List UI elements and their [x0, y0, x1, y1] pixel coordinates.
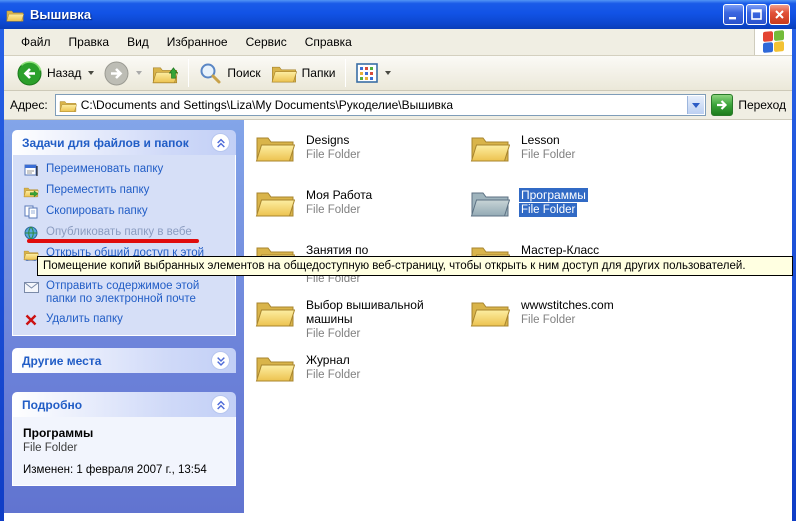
go-button[interactable]	[711, 94, 733, 116]
task-publish-folder-web[interactable]: Опубликовать папку в вебе	[23, 226, 229, 240]
details-title: Подробно	[22, 398, 82, 412]
explorer-content: Задачи для файлов и папок Переименовать …	[4, 120, 792, 513]
folder-tile-wwwstitches[interactable]: wwwstitches.comFile Folder	[470, 295, 685, 350]
folder-up-icon	[152, 61, 178, 85]
folders-icon	[271, 62, 297, 84]
views-button[interactable]	[351, 58, 396, 89]
rename-icon	[23, 163, 39, 177]
back-button[interactable]: Назад	[12, 58, 99, 89]
maximize-button[interactable]	[746, 4, 767, 25]
back-icon	[17, 61, 42, 86]
window-bottom	[4, 513, 792, 521]
address-folder-icon	[59, 98, 77, 113]
window-folder-icon	[6, 7, 24, 23]
task-pane: Задачи для файлов и папок Переименовать …	[4, 120, 244, 513]
file-tasks-panel: Задачи для файлов и папок Переименовать …	[12, 130, 236, 336]
folder-icon	[255, 350, 295, 384]
window-border-left	[0, 0, 4, 521]
menu-view[interactable]: Вид	[118, 31, 158, 53]
views-icon	[356, 63, 378, 83]
expand-chevron-icon[interactable]	[211, 351, 230, 370]
task-copy-folder[interactable]: Скопировать папку	[23, 205, 229, 219]
publish-web-icon	[23, 226, 39, 240]
search-icon	[199, 62, 222, 85]
forward-button[interactable]	[99, 58, 147, 89]
menu-edit[interactable]: Правка	[60, 31, 119, 53]
task-rename-folder[interactable]: Переименовать папку	[23, 163, 229, 177]
menu-tools[interactable]: Сервис	[237, 31, 296, 53]
toolbar: Назад Поиск	[4, 56, 792, 91]
delete-icon	[23, 313, 39, 327]
folder-icon	[255, 295, 295, 329]
folders-button[interactable]: Папки	[266, 58, 341, 89]
address-dropdown-button[interactable]	[687, 96, 704, 114]
folder-icon	[255, 185, 295, 219]
file-tasks-title: Задачи для файлов и папок	[22, 136, 189, 150]
folder-view: DesignsFile Folder LessonFile Folder Моя…	[244, 120, 792, 513]
title-bar: Вышивка	[0, 0, 796, 29]
copy-icon	[23, 205, 39, 219]
other-places-header[interactable]: Другие места	[12, 348, 236, 373]
back-dropdown-icon[interactable]	[88, 71, 94, 75]
folder-icon	[470, 130, 510, 164]
up-button[interactable]	[147, 58, 183, 89]
menu-favorites[interactable]: Избранное	[158, 31, 237, 53]
folder-tile-lesson[interactable]: LessonFile Folder	[470, 130, 685, 185]
window-title: Вышивка	[30, 7, 91, 22]
folder-tile-programmy-selected[interactable]: ПрограммыFile Folder	[470, 185, 685, 240]
folder-tile-designs[interactable]: DesignsFile Folder	[255, 130, 470, 185]
folder-icon	[255, 130, 295, 164]
address-input[interactable]: C:\Documents and Settings\Liza\My Docume…	[55, 94, 707, 116]
close-button[interactable]	[769, 4, 790, 25]
folder-tile-moya-rabota[interactable]: Моя РаботаFile Folder	[255, 185, 470, 240]
other-places-title: Другие места	[22, 354, 101, 368]
folder-tile-zhurnal[interactable]: ЖурналFile Folder	[255, 350, 470, 405]
annotation-red-underline	[27, 239, 199, 243]
address-label: Адрес:	[10, 98, 50, 112]
search-button[interactable]: Поиск	[194, 58, 265, 89]
menu-help[interactable]: Справка	[296, 31, 361, 53]
task-move-folder[interactable]: Переместить папку	[23, 184, 229, 198]
minimize-button[interactable]	[723, 4, 744, 25]
collapse-chevron-icon[interactable]	[211, 133, 230, 152]
other-places-panel: Другие места	[12, 348, 236, 373]
folder-icon	[470, 295, 510, 329]
file-tasks-body: Переименовать папку Переместить папку Ск…	[12, 155, 236, 336]
tooltip: Помещение копий выбранных элементов на о…	[37, 256, 793, 276]
details-panel: Подробно Программы File Folder Изменен: …	[12, 392, 236, 486]
details-header[interactable]: Подробно	[12, 392, 236, 417]
menu-file[interactable]: Файл	[12, 31, 60, 53]
file-tasks-header[interactable]: Задачи для файлов и папок	[12, 130, 236, 155]
go-label: Переход	[738, 98, 786, 112]
email-icon	[23, 280, 39, 294]
task-delete-folder[interactable]: Удалить папку	[23, 313, 229, 327]
collapse-chevron-icon[interactable]	[211, 395, 230, 414]
details-item-type: File Folder	[23, 442, 225, 454]
move-icon	[23, 184, 39, 198]
toolbar-separator	[345, 59, 346, 87]
address-path: C:\Documents and Settings\Liza\My Docume…	[81, 98, 453, 112]
address-bar: Адрес: C:\Documents and Settings\Liza\My…	[4, 91, 792, 120]
menu-bar: Файл Правка Вид Избранное Сервис Справка	[4, 29, 792, 56]
forward-dropdown-icon[interactable]	[136, 71, 142, 75]
folder-tile-vybor-mashiny[interactable]: Выбор вышивальной машиныFile Folder	[255, 295, 470, 350]
views-dropdown-icon[interactable]	[385, 71, 391, 75]
details-item-modified: Изменен: 1 февраля 2007 г., 13:54	[23, 464, 225, 476]
task-email-folder[interactable]: Отправить содержимое этой папки по элект…	[23, 280, 229, 306]
details-body: Программы File Folder Изменен: 1 февраля…	[12, 417, 236, 486]
toolbar-separator	[188, 59, 189, 87]
windows-logo	[754, 29, 792, 55]
folder-icon-selected	[470, 185, 510, 219]
details-item-name: Программы	[23, 426, 225, 440]
forward-icon	[104, 61, 129, 86]
